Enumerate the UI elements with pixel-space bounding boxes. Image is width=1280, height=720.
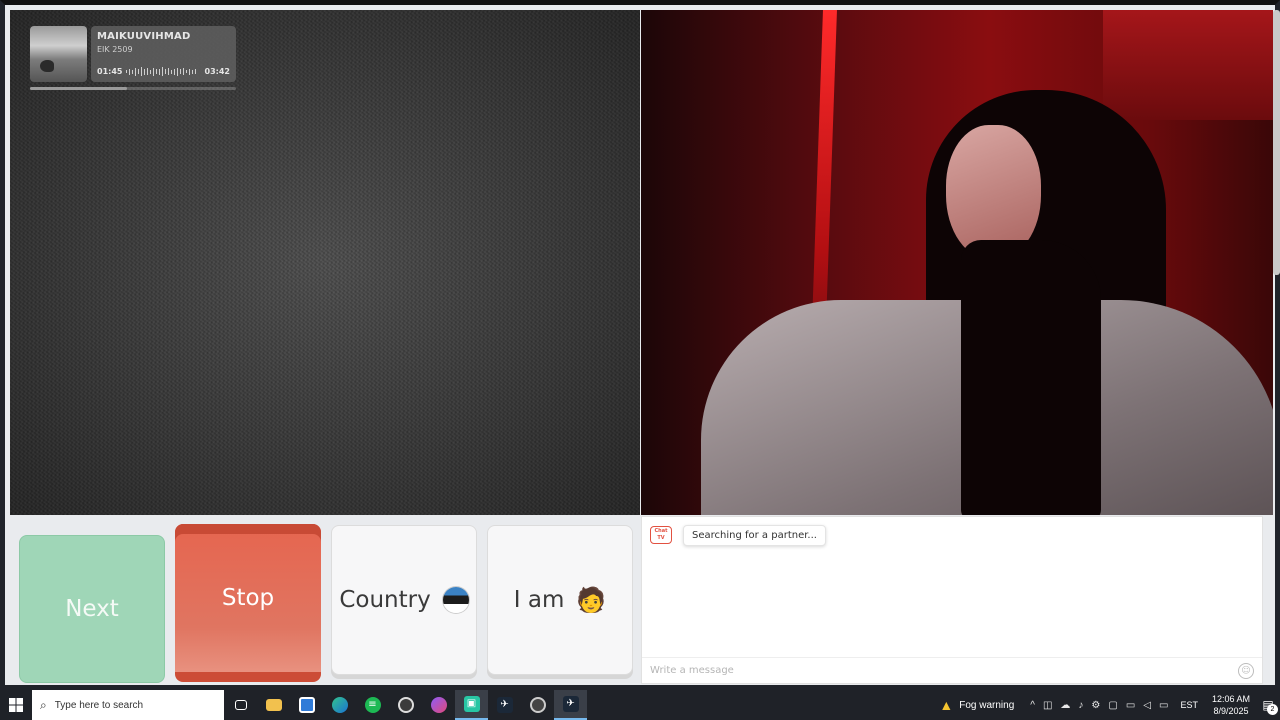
track-title: MAIKUUVIHMAD xyxy=(97,31,191,42)
stop-button[interactable]: Stop xyxy=(175,524,321,682)
network-icon[interactable]: ▭ xyxy=(1126,700,1135,711)
warning-icon: ▲ xyxy=(939,697,954,713)
edge-button[interactable] xyxy=(323,690,356,720)
album-art xyxy=(30,26,87,82)
gender-button[interactable]: I am 🧑 xyxy=(487,525,633,675)
taskbar-search[interactable]: ⌕ Type here to search xyxy=(32,690,224,720)
estonia-flag-icon xyxy=(442,587,469,613)
page-scrollbar[interactable] xyxy=(1273,10,1280,275)
waveform[interactable] xyxy=(126,67,202,76)
time-current: 01:45 xyxy=(97,67,123,76)
weather-widget[interactable]: ▲ Fog warning xyxy=(939,697,1014,713)
next-label: Next xyxy=(65,596,119,622)
spotify-button[interactable]: ≡ xyxy=(356,690,389,720)
monitor-icon[interactable]: ▭ xyxy=(1159,700,1168,711)
notification-count: 2 xyxy=(1267,704,1278,715)
file-explorer-button[interactable] xyxy=(257,690,290,720)
photos-button[interactable] xyxy=(290,690,323,720)
language-indicator[interactable]: EST xyxy=(1180,700,1198,710)
circle-app-icon xyxy=(529,697,546,713)
chat-app-window: MAIKUUVIHMAD EIK 2509 01:45 03:42 Next S… xyxy=(0,0,1280,690)
steam-button[interactable]: ✈ xyxy=(488,690,521,720)
music-progress-bar[interactable] xyxy=(30,87,236,90)
message-input[interactable] xyxy=(642,657,1262,683)
system-tray: ▲ Fog warning ^ ◫ ☁ ♪ ⚙ ▢ ▭ ◁ ▭ EST 12:0… xyxy=(939,690,1280,720)
notification-button[interactable]: ▤ 2 xyxy=(1256,690,1280,720)
time-total: 03:42 xyxy=(204,67,230,76)
country-label: Country xyxy=(339,587,431,613)
display-icon[interactable]: ▢ xyxy=(1108,700,1117,711)
windows-logo-icon xyxy=(9,698,23,712)
next-button[interactable]: Next xyxy=(19,535,165,683)
emoji-icon[interactable]: ☺ xyxy=(1238,663,1254,679)
cloud-icon[interactable]: ☁ xyxy=(1060,700,1070,711)
windows-taskbar: ⌕ Type here to search ≡ ▣ ✈ ✈ ▲ Fog warn… xyxy=(0,690,1280,720)
microphone-icon[interactable]: ♪ xyxy=(1078,700,1083,711)
music-widget[interactable]: MAIKUUVIHMAD EIK 2509 01:45 03:42 xyxy=(30,24,236,90)
game-app-icon: ▣ xyxy=(463,696,480,712)
search-icon: ⌕ xyxy=(40,697,47,712)
self-camera-video xyxy=(641,10,1273,515)
music-progress-fill xyxy=(30,87,127,90)
edge-icon xyxy=(331,697,348,713)
music-panel: MAIKUUVIHMAD EIK 2509 01:45 03:42 xyxy=(91,26,236,82)
volume-icon[interactable]: ◁ xyxy=(1143,700,1151,711)
settings-tray-icon[interactable]: ⚙ xyxy=(1091,700,1100,711)
stop-label: Stop xyxy=(221,585,275,611)
task-view-icon xyxy=(234,700,247,710)
photos-icon xyxy=(298,697,315,713)
task-view-button[interactable] xyxy=(224,690,257,720)
person-emoji-icon: 🧑 xyxy=(576,586,607,614)
settings-app-button[interactable] xyxy=(521,690,554,720)
obs-button[interactable] xyxy=(389,690,422,720)
steam-alt-icon: ✈ xyxy=(562,696,579,712)
chat-panel: Chat TV Searching for a partner... ☺ xyxy=(641,516,1263,684)
status-message: Searching for a partner... xyxy=(683,525,826,546)
track-artist: EIK 2509 xyxy=(97,45,133,54)
background-shelf xyxy=(1103,10,1273,120)
clock[interactable]: 12:06 AM 8/9/2025 xyxy=(1212,693,1250,717)
clock-date: 8/9/2025 xyxy=(1213,706,1249,716)
steam-icon: ✈ xyxy=(496,697,513,713)
weather-text: Fog warning xyxy=(959,699,1015,711)
game-app-button[interactable]: ▣ xyxy=(455,690,488,720)
country-button[interactable]: Country xyxy=(331,525,477,675)
spotify-icon: ≡ xyxy=(364,697,381,713)
messenger-button[interactable] xyxy=(422,690,455,720)
camera-tray-icon[interactable]: ◫ xyxy=(1043,700,1052,711)
steam-alt-button[interactable]: ✈ xyxy=(554,690,587,720)
chevron-up-icon[interactable]: ^ xyxy=(1030,700,1035,711)
chat-tv-logo: Chat TV xyxy=(650,526,672,544)
clock-time: 12:06 AM xyxy=(1211,694,1250,704)
search-placeholder: Type here to search xyxy=(54,699,144,711)
folder-icon xyxy=(265,699,282,711)
obs-icon xyxy=(397,697,414,713)
start-button[interactable] xyxy=(0,690,32,720)
messenger-icon xyxy=(430,697,447,713)
person-hair-front xyxy=(961,240,1101,515)
iam-label: I am xyxy=(513,587,565,613)
partner-video-static: MAIKUUVIHMAD EIK 2509 01:45 03:42 xyxy=(10,10,640,515)
